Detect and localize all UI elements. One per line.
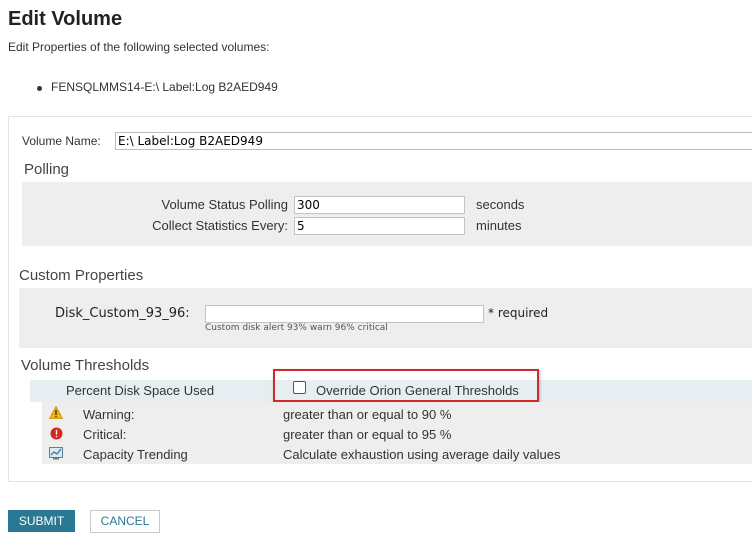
cancel-button[interactable]: CANCEL — [90, 510, 160, 533]
collect-statistics-input[interactable]: 5 — [294, 217, 465, 235]
page-title: Edit Volume — [8, 8, 123, 30]
disk-custom-help-text: Custom disk alert 93% warn 96% critical — [205, 323, 388, 333]
required-indicator: * required — [488, 306, 549, 320]
volume-thresholds-section-title: Volume Thresholds — [21, 357, 150, 374]
override-highlight-box — [273, 369, 539, 402]
volume-name-input[interactable]: E:\ Label:Log B2AED949 — [115, 132, 752, 150]
capacity-trend-icon — [49, 447, 63, 460]
critical-label: Critical: — [83, 427, 127, 442]
custom-properties-section-title: Custom Properties — [19, 267, 144, 284]
percent-disk-space-label: Percent Disk Space Used — [66, 383, 215, 398]
page-subtitle: Edit Properties of the following selecte… — [8, 40, 270, 54]
warning-label: Warning: — [83, 407, 135, 422]
volume-status-polling-input[interactable]: 300 — [294, 196, 465, 214]
critical-value: greater than or equal to 95 % — [283, 427, 452, 442]
volume-status-polling-unit: seconds — [476, 197, 525, 212]
collect-statistics-unit: minutes — [476, 218, 522, 233]
volume-status-polling-label: Volume Status Polling — [161, 197, 288, 212]
disk-custom-label: Disk_Custom_93_96: — [55, 306, 190, 321]
capacity-trending-value: Calculate exhaustion using average daily… — [283, 447, 561, 462]
selected-volume-item: FENSQLMMS14-E:\ Label:Log B2AED949 — [51, 80, 278, 94]
capacity-trending-label: Capacity Trending — [83, 447, 188, 462]
warning-icon — [48, 405, 64, 419]
list-bullet — [37, 86, 42, 91]
volume-name-label: Volume Name: — [22, 134, 101, 148]
critical-icon — [50, 427, 63, 440]
warning-value: greater than or equal to 90 % — [283, 407, 452, 422]
submit-button[interactable]: SUBMIT — [8, 510, 75, 532]
collect-statistics-label: Collect Statistics Every: — [152, 218, 288, 233]
disk-custom-input[interactable] — [205, 305, 484, 323]
polling-section-title: Polling — [24, 161, 70, 178]
polling-panel — [22, 182, 752, 246]
